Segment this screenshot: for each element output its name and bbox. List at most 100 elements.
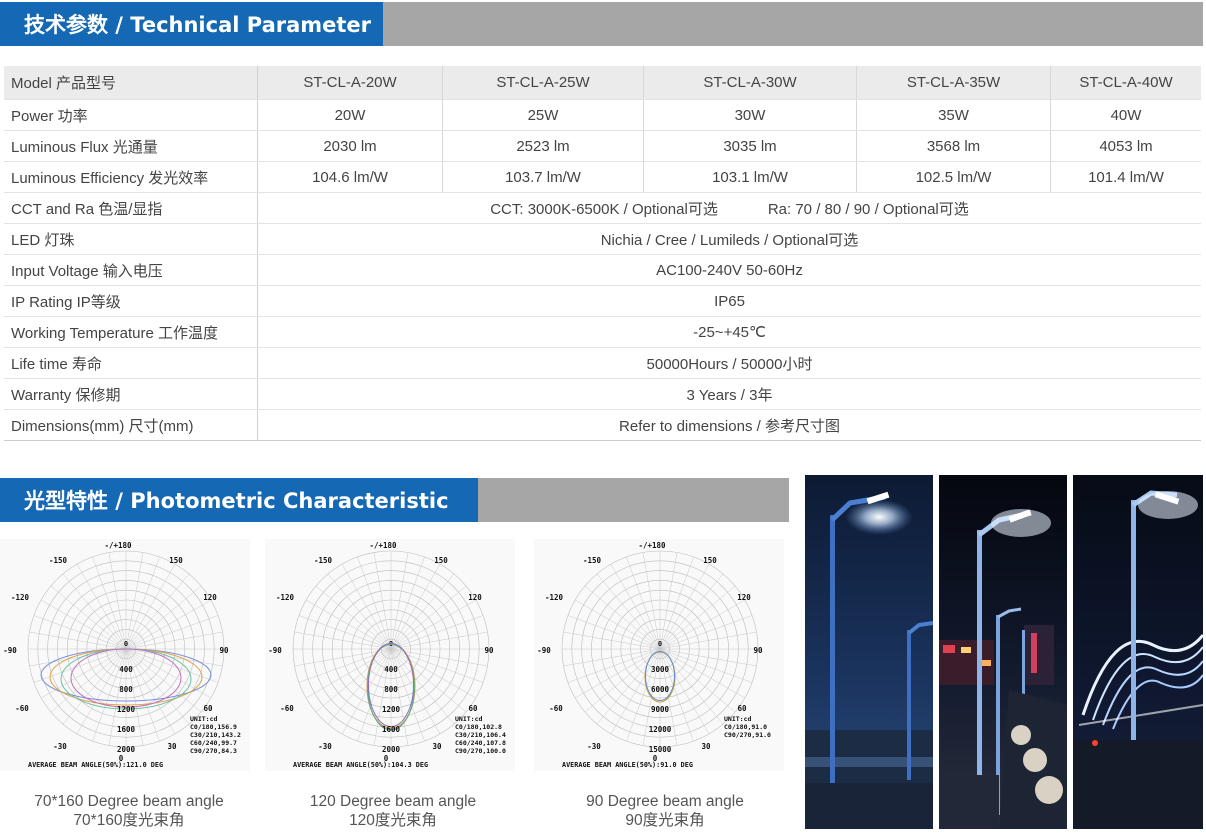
caption-cn: 90度光束角	[625, 812, 705, 829]
caption-chart-3: 90 Degree beam angle 90度光束角	[540, 792, 790, 830]
angle-label: -120	[11, 593, 30, 602]
ring-value-label: 1600	[117, 725, 136, 734]
street-light-photo-3	[1073, 475, 1203, 829]
table-row: LED 灯珠 Nichia / Cree / Lumileds / Option…	[4, 223, 1201, 255]
row-label: Luminous Flux 光通量	[4, 130, 258, 162]
model-cell: ST-CL-A-20W	[257, 66, 443, 100]
table-cell: 2030 lm	[257, 130, 443, 162]
angle-label: 90	[753, 646, 763, 655]
table-row: IP Rating IP等级 IP65	[4, 285, 1201, 317]
ring-value-label: 2000	[117, 745, 136, 754]
angle-label: -120	[276, 593, 295, 602]
photometric-section-header: 光型特性 / Photometric Characteristic	[0, 478, 789, 522]
row-label: Luminous Efficiency 发光效率	[4, 161, 258, 193]
table-row: Luminous Flux 光通量 2030 lm 2523 lm 3035 l…	[4, 130, 1201, 162]
angle-label: -30	[318, 742, 332, 751]
angle-label: -90	[3, 646, 17, 655]
row-label: Power 功率	[4, 99, 258, 131]
angle-label: -90	[268, 646, 282, 655]
legend-entry: C90/270,91.0	[724, 731, 771, 739]
polar-chart-svg: -/+180 -150 150 -120 120 -90 90 -60 60 -30 3000 30 0…	[537, 541, 771, 769]
legend-entry: C0/180,156.9	[190, 723, 237, 731]
technical-section-header: 技术参数 / Technical Parameter	[0, 2, 1203, 46]
table-cell: 102.5 lm/W	[856, 161, 1051, 193]
beam-angle-label: AVERAGE BEAM ANGLE(50%):121.0 DEG	[28, 761, 163, 769]
ring-value-label: 3000	[651, 665, 670, 674]
row-label: CCT and Ra 色温/显指	[4, 192, 258, 224]
legend-entry: C0/180,91.0	[724, 723, 767, 731]
angle-label: -/+180	[369, 541, 397, 550]
ring-value-label: 12000	[649, 725, 672, 734]
table-cell: -25~+45℃	[257, 316, 1201, 348]
angle-label: 120	[737, 593, 751, 602]
table-row: Life time 寿命 50000Hours / 50000小时	[4, 347, 1201, 379]
row-label: Warranty 保修期	[4, 378, 258, 410]
polar-chart-2: -/+180 -150 150 -120 120 -90 90 -60 60 -30 30 0 0 400…	[265, 539, 515, 771]
legend-entry: C60/240,99.7	[190, 739, 237, 747]
row-label: Working Temperature 工作温度	[4, 316, 258, 348]
angle-label: -/+180	[104, 541, 132, 550]
row-label: Dimensions(mm) 尺寸(mm)	[4, 409, 258, 441]
angle-label: 150	[703, 556, 717, 565]
table-row: Dimensions(mm) 尺寸(mm) Refer to dimension…	[4, 409, 1201, 441]
row-label: Input Voltage 输入电压	[4, 254, 258, 286]
table-cell: AC100-240V 50-60Hz	[257, 254, 1201, 286]
angle-label: 90	[219, 646, 229, 655]
angle-label: 0	[124, 640, 128, 648]
angle-label: 150	[169, 556, 183, 565]
caption-en: 90 Degree beam angle	[586, 793, 744, 810]
angle-label: 30	[167, 742, 177, 751]
ring-value-label: 6000	[651, 685, 670, 694]
ring-value-label: 800	[384, 685, 398, 694]
caption-cn: 70*160度光束角	[73, 812, 185, 829]
table-cell: 3035 lm	[643, 130, 857, 162]
angle-label: 60	[468, 704, 478, 713]
angle-label: -150	[314, 556, 333, 565]
table-cell: 20W	[257, 99, 443, 131]
polar-chart-svg: -/+180-150 150-120 120-90 90-60 60-30 3000400…	[3, 541, 241, 769]
table-cell: 103.1 lm/W	[643, 161, 857, 193]
table-cell: 3568 lm	[856, 130, 1051, 162]
angle-label: -90	[537, 646, 551, 655]
table-cell: 30W	[643, 99, 857, 131]
model-cell: ST-CL-A-30W	[643, 66, 857, 100]
legend-entry: C30/210,106.4	[455, 731, 506, 739]
street-light-photo-2	[939, 475, 1067, 829]
angle-label: 150	[434, 556, 448, 565]
table-row: Luminous Efficiency 发光效率 104.6 lm/W 103.…	[4, 161, 1201, 193]
table-cell: Nichia / Cree / Lumileds / Optional可选	[257, 223, 1201, 255]
angle-label: 120	[468, 593, 482, 602]
table-cell: Refer to dimensions / 参考尺寸图	[257, 409, 1201, 441]
polar-chart-3: -/+180 -150 150 -120 120 -90 90 -60 60 -30 30 0 0 30 0…	[534, 539, 784, 771]
legend-entry: UNIT:cd	[190, 715, 217, 723]
ring-value-label: 800	[119, 685, 133, 694]
table-cell: 4053 lm	[1050, 130, 1201, 162]
angle-label: -30	[53, 742, 67, 751]
ring-value-label: 1200	[117, 705, 136, 714]
table-header-row: Model 产品型号 ST-CL-A-20W ST-CL-A-25W ST-CL…	[4, 66, 1201, 100]
table-row: CCT and Ra 色温/显指 CCT: 3000K-6500K / Opti…	[4, 192, 1201, 224]
ring-value-label: 400	[119, 665, 133, 674]
photometric-section-title: 光型特性 / Photometric Characteristic	[0, 478, 478, 522]
beam-angle-label: AVERAGE BEAM ANGLE(50%):104.3 DEG	[293, 761, 428, 769]
technical-section-title: 技术参数 / Technical Parameter	[0, 2, 383, 46]
table-cell: CCT: 3000K-6500K / Optional可选 Ra: 70 / 80…	[257, 192, 1201, 224]
legend-entry: C60/240,107.8	[455, 739, 506, 747]
table-cell: 101.4 lm/W	[1050, 161, 1201, 193]
angle-label: 90	[484, 646, 494, 655]
angle-label: -/+180	[638, 541, 666, 550]
table-cell: IP65	[257, 285, 1201, 317]
angle-label: -150	[583, 556, 602, 565]
ring-value-label: 400	[384, 665, 398, 674]
legend-entry: C90/270,100.0	[455, 747, 506, 755]
caption-chart-2: 120 Degree beam angle 120度光束角	[268, 792, 518, 830]
table-cell: 35W	[856, 99, 1051, 131]
angle-label: 30	[432, 742, 442, 751]
legend-entry: UNIT:cd	[724, 715, 751, 723]
caption-en: 70*160 Degree beam angle	[34, 793, 224, 810]
angle-label: -60	[280, 704, 294, 713]
model-cell: ST-CL-A-25W	[442, 66, 644, 100]
model-cell: ST-CL-A-40W	[1050, 66, 1201, 100]
header-gray-bar	[383, 2, 1203, 46]
angle-label: -150	[49, 556, 68, 565]
